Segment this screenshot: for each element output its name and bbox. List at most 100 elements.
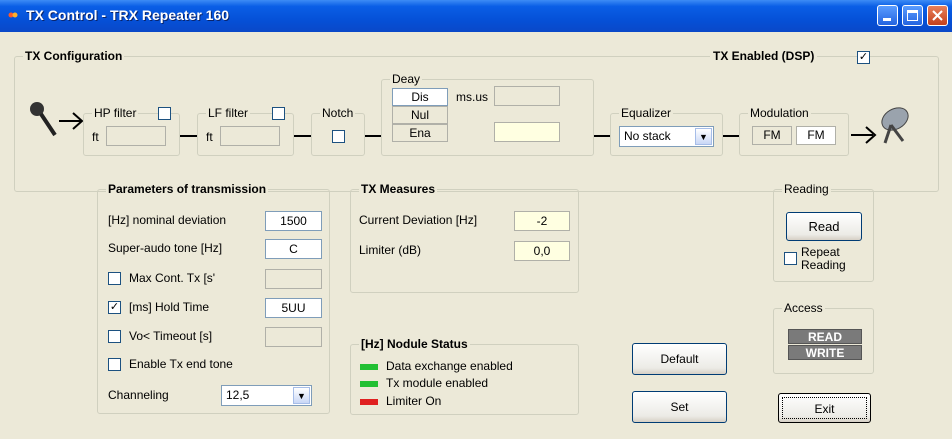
current-deviation-field: -2 <box>514 211 570 231</box>
check-icon: ✓ <box>858 51 869 63</box>
hold-time-field[interactable]: 5UU <box>265 298 322 318</box>
tx-control-window: TX Control - TRX Repeater 160 TX Configu… <box>0 0 952 439</box>
current-deviation-label: Current Deviation [Hz] <box>359 213 478 227</box>
client-area: TX Configuration TX Enabled (DSP) ✓ HP f… <box>4 32 948 435</box>
antenna-dish-icon <box>851 107 909 144</box>
chevron-down-icon: ▼ <box>293 387 310 404</box>
max-cont-tx-field[interactable] <box>265 269 322 289</box>
tx-configuration-group: TX Configuration TX Enabled (DSP) ✓ HP f… <box>14 49 939 192</box>
repeat-reading-checkbox[interactable] <box>784 252 797 265</box>
hp-filter-group: HP filter ft <box>83 106 180 156</box>
close-icon <box>932 10 943 21</box>
maximize-icon <box>907 10 918 21</box>
hp-filter-label: HP filter <box>92 106 139 120</box>
data-exchange-label: Data exchange enabled <box>386 359 513 373</box>
nominal-deviation-field[interactable]: 1500 <box>265 211 322 231</box>
notch-checkbox[interactable] <box>332 130 345 143</box>
hp-ft-field[interactable] <box>106 126 166 146</box>
tx-measures-group: TX Measures Current Deviation [Hz] -2 Li… <box>350 182 579 293</box>
microphone-icon <box>30 102 84 137</box>
limiter-label: Limiter (dB) <box>359 243 422 257</box>
delay-label: Deay <box>390 72 423 86</box>
notch-group: Notch <box>311 106 365 156</box>
end-tone-checkbox[interactable] <box>108 358 121 371</box>
hold-time-label: [ms] Hold Time <box>129 300 210 314</box>
hp-filter-checkbox[interactable] <box>158 107 171 120</box>
window-title: TX Control - TRX Repeater 160 <box>26 7 230 23</box>
nominal-deviation-label: [Hz] nominal deviation <box>108 213 227 227</box>
access-group: Access READ WRITE <box>773 301 874 374</box>
modulation-group: Modulation FM FM <box>739 106 849 156</box>
delay-disable-button[interactable]: Dis <box>392 88 448 106</box>
lf-ft-field[interactable] <box>220 126 280 146</box>
vox-timeout-field[interactable] <box>265 327 322 347</box>
lf-filter-label: LF filter <box>206 106 251 120</box>
limiter-field: 0,0 <box>514 241 570 261</box>
data-exchange-led <box>360 364 378 370</box>
minimize-icon <box>883 18 891 21</box>
delay-enable-button[interactable]: Ena <box>392 124 448 142</box>
limiter-on-led <box>360 399 378 405</box>
reading-label: Reading <box>782 182 831 196</box>
connector-line <box>180 135 197 137</box>
exit-button[interactable]: Exit <box>778 393 871 423</box>
vox-timeout-checkbox[interactable] <box>108 330 121 343</box>
delay-result-field[interactable] <box>494 122 560 142</box>
check-icon: ✓ <box>109 301 120 313</box>
max-cont-tx-label: Max Cont. Tx [s' <box>129 271 216 285</box>
connector-line <box>365 135 381 137</box>
app-icon <box>8 12 18 18</box>
set-button[interactable]: Set <box>632 391 727 423</box>
end-tone-label: Enable Tx end tone <box>129 357 233 371</box>
tx-configuration-label: TX Configuration <box>23 49 125 63</box>
connector-line <box>294 135 311 137</box>
connector-line <box>594 135 610 137</box>
equalizer-label: Equalizer <box>619 106 674 120</box>
close-button[interactable] <box>927 5 948 26</box>
max-cont-tx-checkbox[interactable] <box>108 272 121 285</box>
reading-group: Reading Read Repeat Reading <box>773 182 874 282</box>
connector-line <box>723 135 739 137</box>
repeat-reading-label-line2: Reading <box>801 258 846 272</box>
repeat-reading-label: Repeat Reading <box>801 246 846 272</box>
modulation-right-button[interactable]: FM <box>796 126 836 145</box>
tx-measures-label: TX Measures <box>359 182 438 196</box>
maximize-button[interactable] <box>902 5 923 26</box>
access-read-indicator: READ <box>788 329 862 344</box>
access-label: Access <box>782 301 825 315</box>
hold-time-checkbox[interactable]: ✓ <box>108 301 121 314</box>
notch-label: Notch <box>320 106 356 120</box>
tx-module-label: Tx module enabled <box>386 376 489 390</box>
tx-enabled-checkbox[interactable]: ✓ <box>857 51 870 64</box>
channeling-select[interactable]: 12,5 ▼ <box>221 385 312 406</box>
limiter-on-label: Limiter On <box>386 394 442 408</box>
modulation-label: Modulation <box>748 106 811 120</box>
module-status-label: [Hz] Nodule Status <box>359 337 470 351</box>
chevron-down-icon: ▼ <box>695 128 712 145</box>
tx-module-led <box>360 381 378 387</box>
superaudio-tone-field[interactable]: C <box>265 239 322 259</box>
equalizer-value: No stack <box>624 129 671 143</box>
parameters-label: Parameters of transmission <box>106 182 269 196</box>
lf-filter-group: LF filter ft <box>197 106 294 156</box>
module-status-group: [Hz] Nodule Status Data exchange enabled… <box>350 337 579 415</box>
delay-group: Deay Dis Nul Ena ms.us <box>381 72 594 156</box>
channeling-label: Channeling <box>108 388 169 402</box>
minimize-button[interactable] <box>877 5 898 26</box>
modulation-left-button[interactable]: FM <box>752 126 792 145</box>
exit-button-label: Exit <box>782 397 867 419</box>
lf-ft-label: ft <box>206 130 213 144</box>
vox-timeout-label: Vo< Timeout [s] <box>129 329 213 343</box>
default-button[interactable]: Default <box>632 343 727 375</box>
delay-null-button[interactable]: Nul <box>392 106 448 124</box>
equalizer-select[interactable]: No stack ▼ <box>619 126 714 147</box>
equalizer-group: Equalizer No stack ▼ <box>610 106 723 156</box>
hp-ft-label: ft <box>92 130 99 144</box>
superaudio-tone-label: Super-audo tone [Hz] <box>108 241 223 255</box>
delay-value-field[interactable] <box>494 86 560 106</box>
tx-enabled-label: TX Enabled (DSP) <box>710 49 818 63</box>
channeling-value: 12,5 <box>226 388 250 402</box>
read-button[interactable]: Read <box>786 212 862 241</box>
lf-filter-checkbox[interactable] <box>272 107 285 120</box>
title-bar: TX Control - TRX Repeater 160 <box>0 0 952 32</box>
